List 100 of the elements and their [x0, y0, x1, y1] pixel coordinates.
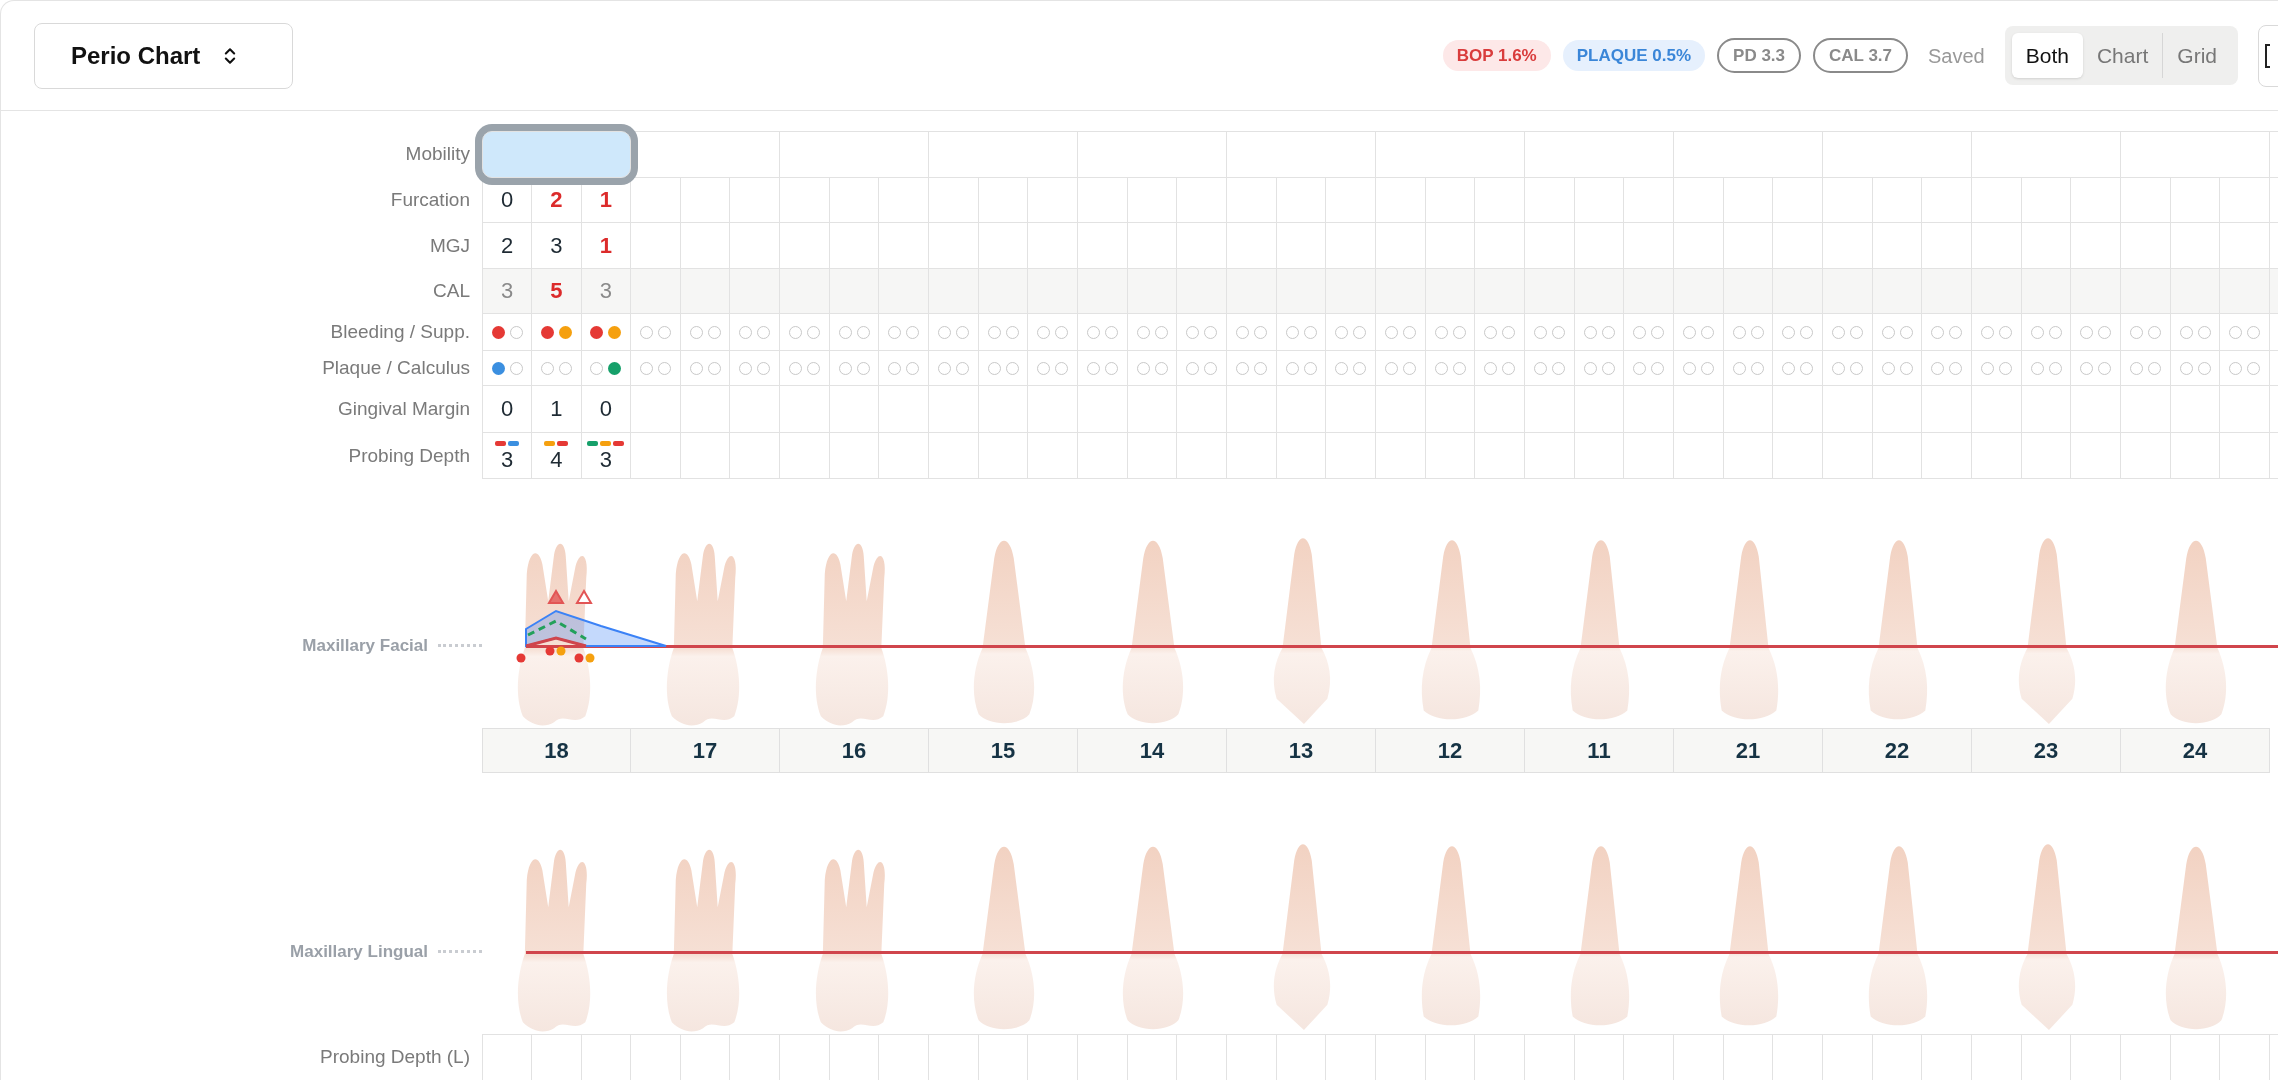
site-cell[interactable] — [1127, 314, 1178, 351]
site-cell[interactable] — [978, 386, 1029, 433]
site-cell[interactable]: 3 — [532, 223, 582, 269]
site-cell[interactable] — [1028, 223, 1078, 269]
site-cell[interactable] — [1773, 386, 1823, 433]
site-cell[interactable] — [1823, 223, 1873, 269]
site-cell[interactable] — [879, 1034, 929, 1080]
mobility-cell[interactable] — [929, 131, 1078, 178]
site-cell[interactable] — [1922, 386, 1972, 433]
site-cell[interactable] — [1773, 351, 1823, 386]
site-cell[interactable] — [1773, 223, 1823, 269]
site-cell[interactable] — [1773, 433, 1823, 479]
site-cell[interactable] — [1177, 433, 1227, 479]
site-cell[interactable]: 5 — [532, 269, 582, 314]
site-cell[interactable] — [2170, 433, 2221, 479]
site-cell[interactable] — [1276, 351, 1327, 386]
site-cell[interactable] — [1028, 351, 1078, 386]
site-cell[interactable] — [631, 351, 681, 386]
site-cell[interactable] — [2121, 433, 2171, 479]
site-cell[interactable] — [2170, 386, 2221, 433]
site-cell[interactable] — [1425, 433, 1476, 479]
site-cell[interactable] — [929, 314, 979, 351]
site-cell[interactable] — [1723, 223, 1774, 269]
site-cell[interactable] — [1227, 223, 1277, 269]
site-cell[interactable] — [1127, 269, 1178, 314]
site-cell[interactable] — [1276, 269, 1327, 314]
site-cell[interactable] — [1922, 433, 1972, 479]
site-cell[interactable] — [829, 223, 880, 269]
site-cell[interactable] — [1723, 178, 1774, 223]
site-cell[interactable] — [978, 223, 1029, 269]
site-cell[interactable] — [829, 314, 880, 351]
site-cell[interactable] — [1525, 1034, 1575, 1080]
site-cell[interactable] — [680, 314, 731, 351]
site-cell[interactable] — [1525, 314, 1575, 351]
site-cell[interactable] — [1227, 178, 1277, 223]
site-cell[interactable] — [482, 1034, 533, 1080]
site-cell[interactable] — [1326, 386, 1376, 433]
site-cell[interactable] — [1227, 386, 1277, 433]
site-cell[interactable] — [730, 223, 780, 269]
site-cell[interactable] — [2220, 351, 2270, 386]
site-cell[interactable] — [1376, 223, 1426, 269]
site-cell[interactable] — [2170, 178, 2221, 223]
site-cell[interactable] — [2021, 223, 2072, 269]
mobility-cell[interactable] — [1972, 131, 2121, 178]
tooth-number[interactable]: 15 — [929, 728, 1078, 773]
site-cell[interactable] — [1872, 223, 1923, 269]
site-cell[interactable] — [2121, 178, 2171, 223]
site-cell[interactable] — [929, 386, 979, 433]
site-cell[interactable] — [1425, 351, 1476, 386]
site-cell[interactable] — [1723, 269, 1774, 314]
title-dropdown[interactable]: Perio Chart — [34, 22, 293, 89]
site-cell[interactable] — [780, 433, 830, 479]
site-cell[interactable] — [680, 223, 731, 269]
site-cell[interactable] — [1922, 269, 1972, 314]
site-cell[interactable] — [1227, 314, 1277, 351]
site-cell[interactable] — [1972, 314, 2022, 351]
site-cell[interactable] — [1624, 433, 1674, 479]
site-cell[interactable] — [1972, 269, 2022, 314]
site-cell[interactable] — [1574, 178, 1625, 223]
site-cell[interactable] — [730, 178, 780, 223]
site-cell[interactable] — [631, 1034, 681, 1080]
site-cell[interactable] — [1624, 178, 1674, 223]
site-cell[interactable] — [1425, 223, 1476, 269]
site-cell[interactable] — [2170, 269, 2221, 314]
site-cell[interactable] — [1525, 386, 1575, 433]
tooth-number[interactable]: 16 — [780, 728, 929, 773]
site-cell[interactable] — [929, 1034, 979, 1080]
site-cell[interactable] — [1525, 269, 1575, 314]
site-cell[interactable] — [879, 386, 929, 433]
site-cell[interactable] — [1127, 1034, 1178, 1080]
mobility-cell[interactable] — [1376, 131, 1525, 178]
site-cell[interactable] — [929, 269, 979, 314]
site-cell[interactable] — [1872, 351, 1923, 386]
site-cell[interactable] — [1574, 223, 1625, 269]
site-cell[interactable] — [1624, 223, 1674, 269]
site-cell[interactable] — [1674, 1034, 1724, 1080]
site-cell[interactable] — [1227, 1034, 1277, 1080]
site-cell[interactable] — [1972, 1034, 2022, 1080]
site-cell[interactable] — [2220, 269, 2270, 314]
site-cell[interactable] — [730, 1034, 780, 1080]
site-cell[interactable]: 1 — [532, 386, 582, 433]
site-cell[interactable] — [1028, 1034, 1078, 1080]
site-cell[interactable] — [1326, 351, 1376, 386]
site-cell[interactable] — [1574, 1034, 1625, 1080]
site-cell[interactable] — [1177, 178, 1227, 223]
site-cell[interactable] — [631, 314, 681, 351]
site-cell[interactable] — [1326, 178, 1376, 223]
site-cell[interactable] — [1376, 269, 1426, 314]
tooth-number[interactable]: 12 — [1376, 728, 1525, 773]
site-cell[interactable] — [1177, 269, 1227, 314]
site-cell[interactable] — [2170, 223, 2221, 269]
site-cell[interactable] — [532, 314, 582, 351]
site-cell[interactable] — [1823, 433, 1873, 479]
site-cell[interactable] — [1078, 178, 1128, 223]
site-cell[interactable] — [631, 178, 681, 223]
site-cell[interactable] — [2021, 314, 2072, 351]
site-cell[interactable] — [2071, 386, 2121, 433]
site-cell[interactable] — [1276, 178, 1327, 223]
site-cell[interactable] — [829, 433, 880, 479]
site-cell[interactable] — [829, 386, 880, 433]
